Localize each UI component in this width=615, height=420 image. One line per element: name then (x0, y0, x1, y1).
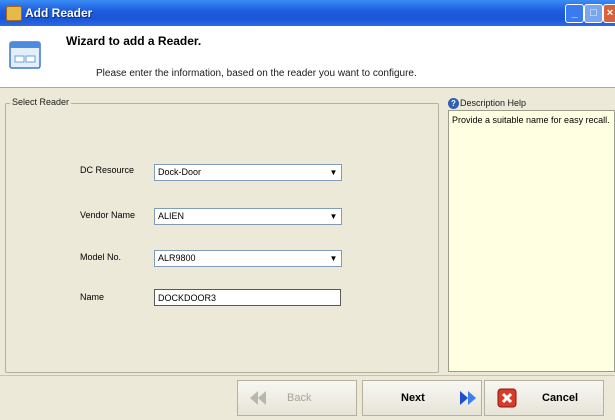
name-field[interactable] (154, 289, 341, 306)
model-no-value: ALR9800 (158, 253, 196, 263)
next-arrows-icon (460, 391, 476, 405)
description-help-panel: Provide a suitable name for easy recall. (448, 110, 615, 372)
name-label: Name (80, 292, 105, 302)
close-button[interactable]: × (603, 4, 615, 23)
chevron-down-icon[interactable]: ▼ (327, 210, 340, 223)
description-help-text: Provide a suitable name for easy recall. (452, 115, 610, 125)
vendor-name-select[interactable]: ALIEN ▼ (154, 208, 342, 225)
select-reader-legend: Select Reader (10, 97, 72, 107)
model-no-label: Model No. (80, 252, 122, 262)
select-reader-group: Select Reader DC Resource Dock-Door ▼ Ve… (5, 97, 439, 373)
description-help-legend: ? Description Help (448, 98, 527, 110)
title-bar[interactable]: Add Reader _ □ × (0, 0, 615, 26)
cancel-button[interactable]: Cancel (484, 380, 604, 416)
wizard-subtitle: Please enter the information, based on t… (96, 68, 417, 79)
wizard-title: Wizard to add a Reader. (66, 34, 202, 48)
back-arrows-icon (250, 391, 266, 405)
dc-resource-select[interactable]: Dock-Door ▼ (154, 164, 342, 181)
wizard-window-icon (9, 41, 41, 69)
wizard-footer: Back Next Cancel (0, 375, 615, 420)
next-button[interactable]: Next (362, 380, 482, 416)
maximize-button[interactable]: □ (584, 4, 603, 23)
help-icon: ? (448, 98, 459, 110)
app-icon (6, 6, 22, 21)
next-label: Next (401, 392, 425, 404)
model-no-select[interactable]: ALR9800 ▼ (154, 250, 342, 267)
description-help-title: Description Help (460, 98, 527, 108)
minimize-button[interactable]: _ (565, 4, 584, 23)
vendor-name-value: ALIEN (158, 211, 185, 221)
dc-resource-value: Dock-Door (158, 167, 202, 177)
cancel-label: Cancel (542, 392, 579, 404)
vendor-name-label: Vendor Name (80, 210, 136, 220)
chevron-down-icon[interactable]: ▼ (327, 166, 340, 179)
back-button[interactable]: Back (237, 380, 357, 416)
wizard-header: Wizard to add a Reader. Please enter the… (0, 26, 615, 88)
cancel-x-icon (497, 388, 517, 408)
name-input[interactable] (155, 290, 328, 304)
dc-resource-label: DC Resource (80, 165, 135, 175)
window-title: Add Reader (25, 6, 93, 20)
back-label: Back (287, 392, 312, 404)
add-reader-window: Add Reader _ □ × Wizard to add a Reader.… (0, 0, 615, 420)
chevron-down-icon[interactable]: ▼ (327, 252, 340, 265)
